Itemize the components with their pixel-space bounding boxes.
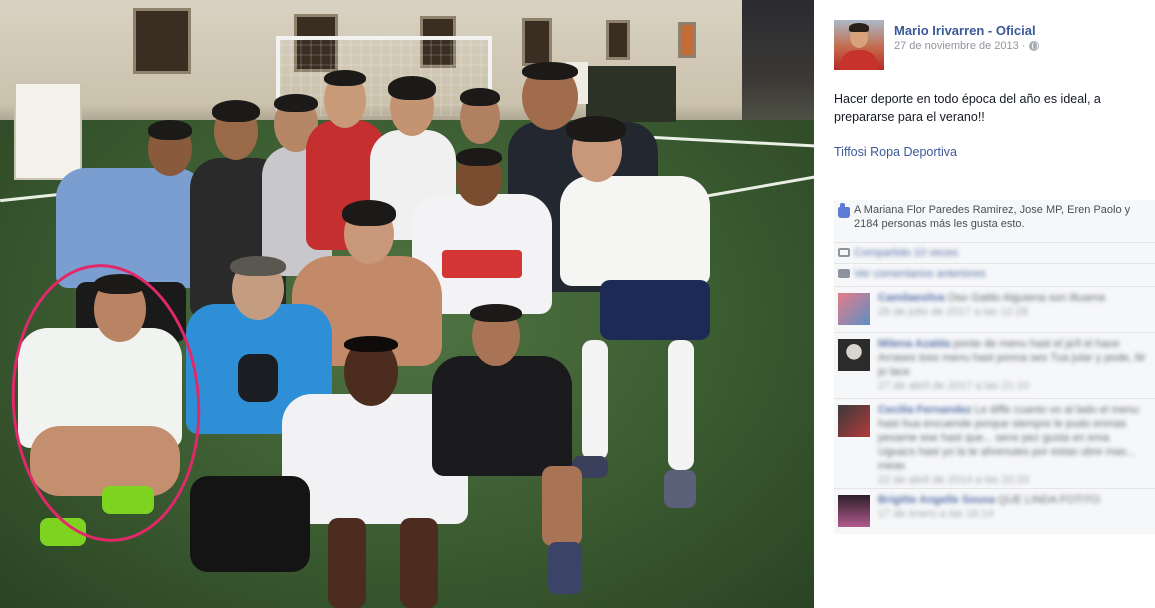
comment-item: Milena Azalda ponte de menu hast el ja'l… [834, 332, 1155, 398]
post-text: Hacer deporte en todo época del año es i… [834, 92, 1101, 124]
commenter-avatar[interactable] [838, 495, 870, 527]
likes-summary[interactable]: A Mariana Flor Paredes Ramirez, Jose MP,… [834, 203, 1155, 231]
shares-text: Compartido 10 veces [854, 247, 958, 259]
globe-icon[interactable] [1029, 41, 1040, 51]
post-sidebar: Mario Irivarren - Oficial 27 de noviembr… [814, 0, 1155, 608]
comment-item: Brigitte Angelle Sousa QUE LINDA FOTITO … [834, 488, 1155, 534]
window [606, 20, 630, 60]
post-photo[interactable] [0, 0, 814, 608]
share-icon [838, 248, 850, 257]
comment-body: Cecilia Fernandez Le diffe cuanto vo al … [878, 403, 1148, 487]
post-meta: 27 de noviembre de 2013 · [894, 40, 1040, 52]
page-name-link[interactable]: Mario Irivarren - Oficial [894, 23, 1036, 38]
comment-item: Camilaesilva Oso Gatito Alguienа son ilt… [834, 286, 1155, 332]
banner [14, 82, 82, 180]
commenter-name[interactable]: Camilaesilva [878, 292, 945, 304]
comment-item: Cecilia Fernandez Le diffe cuanto vo al … [834, 398, 1155, 488]
comment-icon [838, 269, 850, 278]
comment-text: QUE LINDA FOTITO [998, 494, 1100, 506]
tagged-page-link[interactable]: Tiffosi Ropa Deportiva [834, 145, 957, 159]
window [133, 8, 191, 74]
commenter-name[interactable]: Milena Azalda [878, 338, 950, 350]
commenter-avatar[interactable] [838, 293, 870, 325]
comment-body: Brigitte Angelle Sousa QUE LINDA FOTITO … [878, 493, 1148, 521]
page-avatar[interactable] [834, 20, 884, 70]
view-more-text: Ver comentarios anteriores [854, 268, 986, 280]
comment-time[interactable]: 27 de abril de 2017 a las 21:10 [878, 379, 1148, 393]
comment-time[interactable]: 26 de julio de 2017 a las 12:28 [878, 305, 1148, 319]
ufi-section: A Mariana Flor Paredes Ramirez, Jose MP,… [834, 200, 1155, 534]
comment-text: Oso Gatito Alguienа son iltuama [947, 292, 1105, 304]
comment-body: Camilaesilva Oso Gatito Alguienа son ilt… [878, 291, 1148, 319]
post-date-link[interactable]: 27 de noviembre de 2013 · [894, 40, 1025, 52]
comment-time[interactable]: 22 de abril de 2014 a las 20:33 [878, 473, 1148, 487]
fence [586, 66, 676, 122]
likes-text: A Mariana Flor Paredes Ramirez, Jose MP,… [854, 204, 1131, 230]
commenter-avatar[interactable] [838, 405, 870, 437]
post-header: Mario Irivarren - Oficial 27 de noviembr… [834, 20, 1154, 72]
shares-link[interactable]: Compartido 10 veces [834, 242, 1155, 262]
commenter-avatar[interactable] [838, 339, 870, 371]
window [678, 22, 696, 58]
comment-body: Milena Azalda ponte de menu hast el ja'l… [878, 337, 1148, 393]
commenter-name[interactable]: Cecilia Fernandez [878, 404, 972, 416]
view-more-comments-link[interactable]: Ver comentarios anteriores [834, 263, 1155, 283]
comment-time[interactable]: 17 de enero a las 16:14 [878, 507, 1148, 521]
night-sky [742, 0, 814, 135]
window [522, 18, 552, 66]
thumbs-up-icon [838, 203, 850, 218]
commenter-name[interactable]: Brigitte Angelle Sousa [878, 494, 995, 506]
